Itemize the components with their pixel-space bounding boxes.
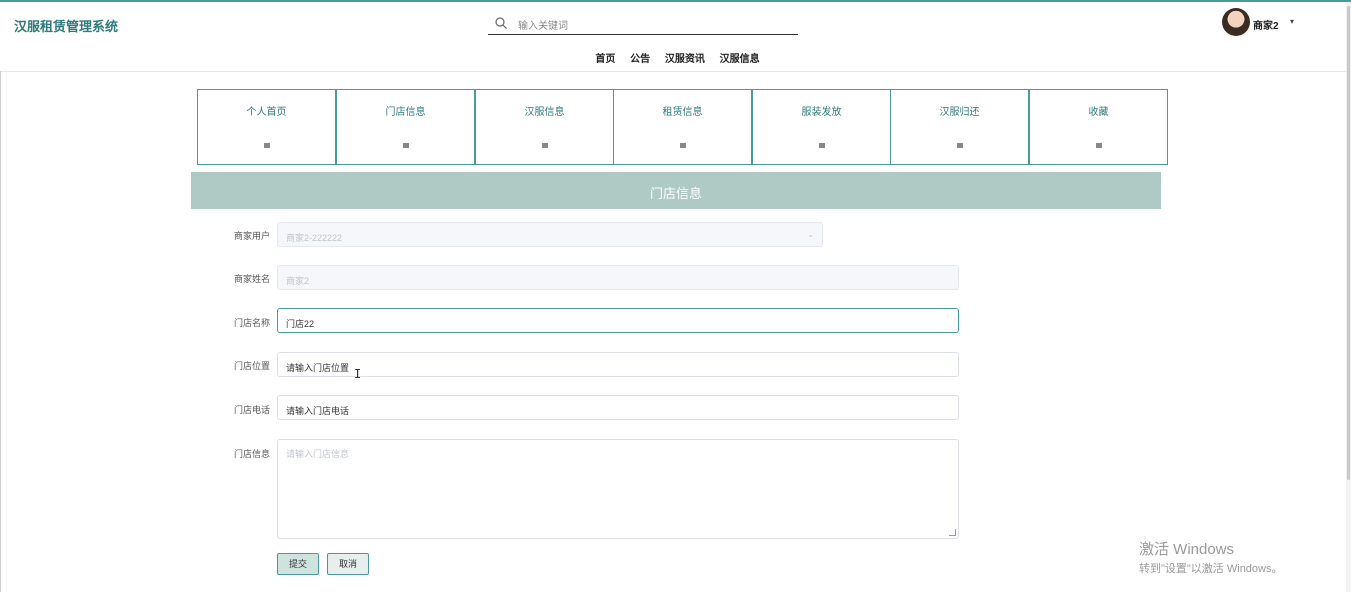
- tile-favorites[interactable]: 收藏: [1029, 89, 1168, 165]
- tile-hanfu-return[interactable]: 汉服归还: [890, 89, 1029, 165]
- tile-label: 租赁信息: [662, 107, 703, 118]
- avatar[interactable]: [1222, 8, 1250, 36]
- section-banner: 门店信息: [191, 172, 1161, 209]
- store-info-textarea[interactable]: 请输入门店信息: [277, 439, 959, 539]
- store-info-label: 门店信息: [233, 449, 270, 459]
- section-title: 门店信息: [649, 186, 702, 201]
- nav-home[interactable]: 首页: [595, 54, 615, 65]
- store-phone-input[interactable]: 请输入门店电话: [277, 395, 959, 420]
- merchant-user-select: 商家2-222222 ⌄: [277, 222, 823, 247]
- nav-notice[interactable]: 公告: [630, 54, 650, 65]
- merchant-user-label: 商家用户: [233, 231, 270, 241]
- resize-handle-icon[interactable]: [949, 529, 956, 536]
- windows-activation-watermark: 激活 Windows 转到"设置"以激活 Windows。: [1139, 538, 1283, 576]
- merchant-user-value: 商家2-222222: [286, 233, 343, 243]
- store-name-input[interactable]: 门店22: [277, 308, 959, 333]
- favorite-icon: [1095, 143, 1102, 148]
- frame-border: [0, 71, 1, 592]
- search-box[interactable]: 输入关键词: [488, 12, 798, 35]
- tile-store-info[interactable]: 门店信息: [336, 89, 475, 165]
- store-name-label: 门店名称: [233, 318, 270, 328]
- tile-label: 服装发放: [801, 107, 842, 118]
- user-name[interactable]: 商家2: [1253, 17, 1279, 32]
- store-icon: [402, 143, 409, 148]
- tile-rental-info[interactable]: 租赁信息: [613, 89, 752, 165]
- tile-label: 门店信息: [385, 107, 426, 118]
- nav-hanfu-info[interactable]: 汉服信息: [720, 54, 760, 65]
- search-input[interactable]: 输入关键词: [518, 17, 568, 32]
- clothes-icon: [541, 143, 548, 148]
- merchant-name-value: 商家2: [286, 276, 310, 286]
- home-icon: [263, 143, 270, 148]
- scrollbar-track[interactable]: [1346, 2, 1351, 592]
- tile-label: 个人首页: [246, 107, 287, 118]
- submit-button[interactable]: 提交: [277, 553, 319, 575]
- watermark-line2: 转到"设置"以激活 Windows。: [1139, 563, 1283, 575]
- merchant-name-label: 商家姓名: [233, 274, 270, 284]
- rental-icon: [679, 143, 686, 148]
- tile-label: 汉服信息: [524, 107, 565, 118]
- top-nav: 首页 公告 汉服资讯 汉服信息: [0, 50, 1351, 65]
- caret-down-icon[interactable]: ▾: [1290, 17, 1294, 26]
- watermark-line1: 激活 Windows: [1139, 541, 1235, 558]
- store-location-value[interactable]: 请输入门店位置: [286, 361, 349, 374]
- store-info-placeholder[interactable]: 请输入门店信息: [286, 447, 349, 460]
- tile-hanfu-info[interactable]: 汉服信息: [475, 89, 614, 165]
- tile-label: 收藏: [1088, 107, 1109, 118]
- store-name-value[interactable]: 门店22: [286, 317, 314, 330]
- store-phone-value[interactable]: 请输入门店电话: [286, 404, 349, 417]
- merchant-name-field: 商家2: [277, 265, 959, 290]
- search-icon[interactable]: [494, 16, 508, 30]
- distribute-icon: [818, 143, 825, 148]
- return-icon: [956, 143, 963, 148]
- text-cursor-icon: I: [354, 367, 362, 381]
- store-location-label: 门店位置: [233, 361, 270, 371]
- tile-personal-home[interactable]: 个人首页: [197, 89, 336, 165]
- cancel-button[interactable]: 取消: [327, 553, 369, 575]
- scrollbar-thumb[interactable]: [1347, 6, 1350, 480]
- store-location-input[interactable]: 请输入门店位置: [277, 352, 959, 377]
- tile-label: 汉服归还: [939, 107, 980, 118]
- header: 汉服租赁管理系统 输入关键词 首页 公告 汉服资讯 汉服信息 商家2 ▾: [0, 2, 1351, 72]
- store-phone-label: 门店电话: [233, 405, 270, 415]
- nav-news[interactable]: 汉服资讯: [665, 54, 705, 65]
- chevron-down-icon: ⌄: [807, 230, 814, 239]
- tile-clothing-distribution[interactable]: 服装发放: [752, 89, 891, 165]
- app-title: 汉服租赁管理系统: [14, 19, 119, 34]
